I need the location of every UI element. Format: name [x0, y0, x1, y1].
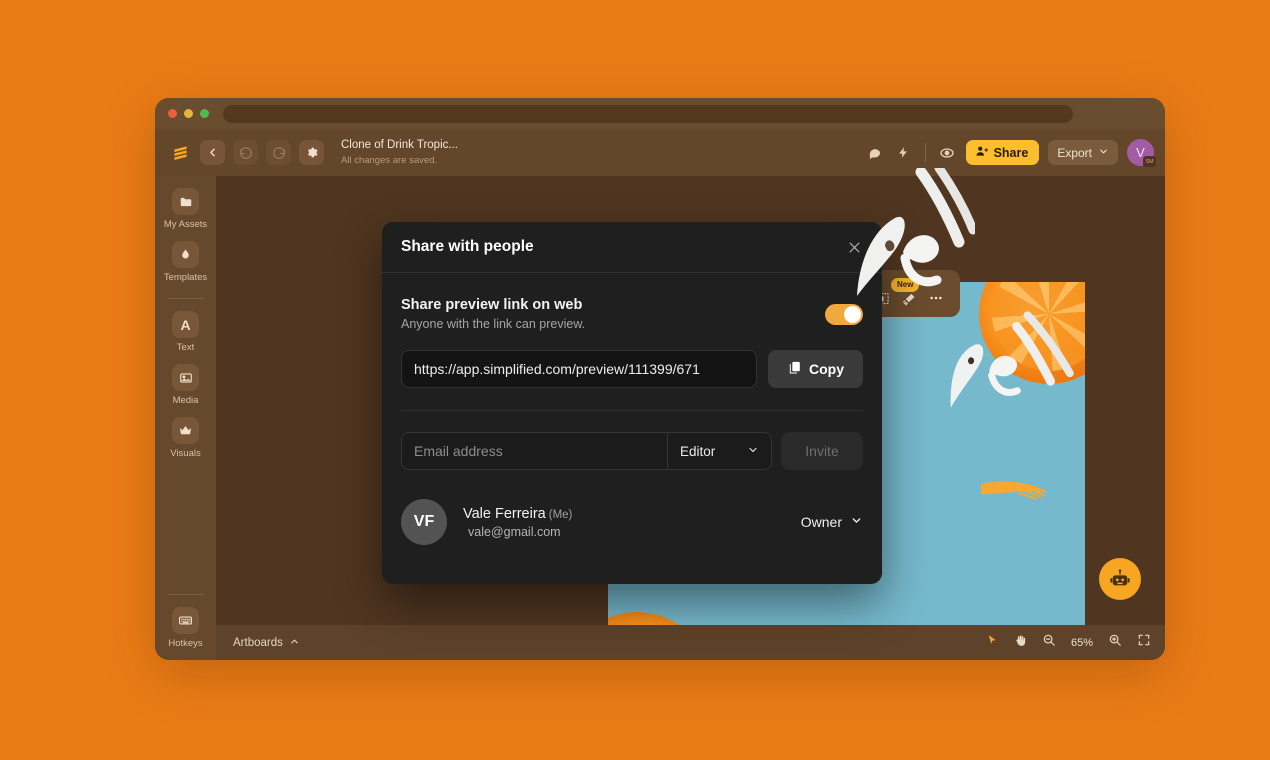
- email-input[interactable]: [402, 433, 667, 469]
- invite-row: Editor Invite: [401, 432, 863, 470]
- person-role-value: Owner: [800, 514, 842, 530]
- preview-link-toggle[interactable]: [825, 303, 863, 325]
- invite-input-group: Editor: [401, 432, 772, 470]
- person-name: Vale Ferreira: [463, 505, 546, 522]
- person-info: Vale Ferreira (Me) vale@gmail.com: [463, 506, 572, 539]
- preview-link-heading: Share preview link on web: [401, 297, 583, 313]
- modal-divider: [401, 410, 863, 411]
- invite-button[interactable]: Invite: [781, 432, 863, 470]
- toggle-knob: [844, 305, 861, 323]
- chevron-down-icon: [850, 514, 863, 530]
- share-modal-title: Share with people: [401, 238, 534, 255]
- role-select-value: Editor: [680, 443, 716, 459]
- person-avatar-initials: VF: [401, 499, 447, 545]
- role-select[interactable]: Editor: [667, 433, 771, 469]
- person-list-item: VF Vale Ferreira (Me) vale@gmail.com Owne…: [401, 499, 863, 545]
- copy-button[interactable]: Copy: [768, 350, 863, 388]
- share-modal: Share with people Share preview link on …: [382, 222, 882, 584]
- preview-link-section: Share preview link on web Anyone with th…: [401, 297, 863, 331]
- person-name-row: Vale Ferreira (Me): [463, 506, 572, 522]
- close-icon[interactable]: [845, 238, 863, 256]
- link-copy-row: https://app.simplified.com/preview/11139…: [401, 350, 863, 388]
- chevron-down-icon: [747, 444, 759, 459]
- copy-button-label: Copy: [809, 361, 844, 377]
- share-modal-header: Share with people: [382, 222, 882, 273]
- person-role-select[interactable]: Owner: [801, 514, 863, 530]
- share-modal-body: Share preview link on web Anyone with th…: [382, 273, 882, 545]
- preview-link-text-group: Share preview link on web Anyone with th…: [401, 297, 585, 331]
- copy-icon: [787, 360, 802, 378]
- person-email: vale@gmail.com: [468, 524, 561, 539]
- person-me-tag: (Me): [548, 508, 573, 521]
- preview-link-field[interactable]: https://app.simplified.com/preview/11139…: [401, 350, 757, 388]
- preview-link-subtext: Anyone with the link can preview.: [401, 317, 586, 331]
